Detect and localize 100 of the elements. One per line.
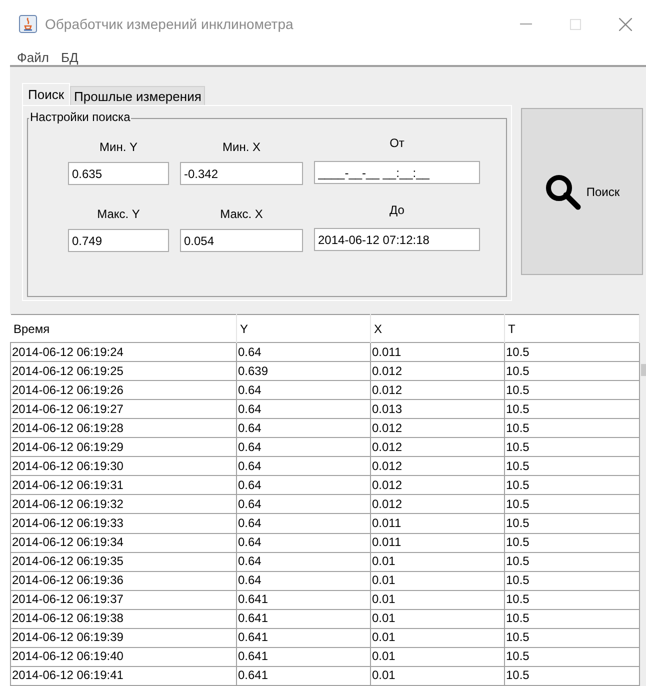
table-cell: 0.641: [236, 609, 370, 628]
table-cell: 0.641: [236, 666, 370, 686]
field-label: Макс. Y: [97, 206, 140, 223]
table-cell: 0.64: [236, 456, 370, 476]
column-header[interactable]: T: [504, 314, 640, 343]
table-cell: 0.64: [236, 514, 370, 534]
minimize-icon[interactable]: [520, 23, 532, 25]
table-cell: 0.64: [236, 400, 370, 419]
table-cell: 0.012: [370, 494, 504, 514]
table-cell: 0.01: [370, 571, 504, 590]
tab[interactable]: Поиск: [22, 83, 70, 106]
close-icon[interactable]: [619, 18, 632, 30]
table-cell: 0.011: [370, 533, 504, 552]
window-title: Обработчик измерений инклинометра: [45, 14, 294, 34]
table-cell: 2014-06-12 06:19:26: [10, 380, 236, 400]
field-label: От: [390, 135, 404, 152]
input-field[interactable]: -0.342: [180, 162, 303, 185]
input-field[interactable]: 2014-06-12 07:12:18: [314, 228, 480, 251]
table-cell: 0.012: [370, 380, 504, 400]
table-cell: 2014-06-12 06:19:32: [10, 494, 236, 514]
table-cell: 2014-06-12 06:19:31: [10, 476, 236, 495]
table-cell: 2014-06-12 06:19:24: [10, 342, 236, 362]
table-cell: 2014-06-12 06:19:38: [10, 609, 236, 628]
table-cell: 10.5: [504, 362, 640, 381]
menu-item[interactable]: БД: [60, 48, 78, 68]
table-cell: 0.012: [370, 456, 504, 476]
table-cell: 0.64: [236, 571, 370, 590]
table-cell: 10.5: [504, 628, 640, 648]
table-cell: 0.01: [370, 628, 504, 648]
table-cell: 10.5: [504, 380, 640, 400]
input-field[interactable]: 0.635: [68, 162, 169, 185]
table-cell: 2014-06-12 06:19:29: [10, 438, 236, 457]
table-cell: 10.5: [504, 476, 640, 495]
menu-item[interactable]: Файл: [17, 48, 49, 68]
table-cell: 0.64: [236, 552, 370, 572]
search-button[interactable]: Поиск: [521, 108, 643, 275]
table-cell: 0.641: [236, 647, 370, 666]
table-cell: 10.5: [504, 647, 640, 666]
input-field[interactable]: 0.054: [180, 229, 303, 252]
table-cell: 2014-06-12 06:19:34: [10, 533, 236, 552]
table-cell: 0.64: [236, 438, 370, 457]
table-cell: 2014-06-12 06:19:25: [10, 362, 236, 381]
table-cell: 2014-06-12 06:19:30: [10, 456, 236, 476]
table-cell: 10.5: [504, 571, 640, 590]
tab[interactable]: Прошлые измерения: [70, 86, 206, 106]
table-cell: 10.5: [504, 590, 640, 610]
table-cell: 0.01: [370, 552, 504, 572]
table-cell: 2014-06-12 06:19:36: [10, 571, 236, 590]
search-icon: [544, 172, 582, 210]
table-cell: 10.5: [504, 533, 640, 552]
table-cell: 0.64: [236, 380, 370, 400]
table-cell: 0.012: [370, 476, 504, 495]
table-cell: 0.012: [370, 418, 504, 438]
table-cell: 0.01: [370, 590, 504, 610]
table-cell: 10.5: [504, 418, 640, 438]
input-field[interactable]: 0.749: [68, 229, 169, 252]
table-cell: 0.641: [236, 590, 370, 610]
table-cell: 10.5: [504, 456, 640, 476]
table-cell: 0.64: [236, 342, 370, 362]
table-cell: 0.012: [370, 362, 504, 381]
table-cell: 0.641: [236, 628, 370, 648]
table-cell: 0.011: [370, 514, 504, 534]
table-cell: 2014-06-12 06:19:27: [10, 400, 236, 419]
table-cell: 2014-06-12 06:19:40: [10, 647, 236, 666]
table-cell: 2014-06-12 06:19:39: [10, 628, 236, 648]
table-cell: 10.5: [504, 400, 640, 419]
table-cell: 2014-06-12 06:19:28: [10, 418, 236, 438]
app-icon: [19, 15, 37, 33]
table-cell: 2014-06-12 06:19:37: [10, 590, 236, 610]
table-cell: 0.01: [370, 666, 504, 686]
table-cell: 10.5: [504, 514, 640, 534]
table-cell: 2014-06-12 06:19:41: [10, 666, 236, 686]
group-title: Настройки поиска: [29, 110, 132, 124]
table-cell: 0.64: [236, 494, 370, 514]
table-cell: 0.01: [370, 609, 504, 628]
table-cell: 2014-06-12 06:19:33: [10, 514, 236, 534]
table-cell: 10.5: [504, 552, 640, 572]
table-cell: 0.64: [236, 476, 370, 495]
table-cell: 0.013: [370, 400, 504, 419]
table-cell: 10.5: [504, 494, 640, 514]
field-label: Макс. X: [220, 206, 263, 223]
field-label: Мин. X: [222, 139, 260, 156]
table-cell: 0.64: [236, 418, 370, 438]
scrollbar[interactable]: [640, 314, 646, 686]
field-label: До: [390, 202, 404, 219]
column-header[interactable]: X: [370, 314, 504, 343]
field-label: Мин. Y: [100, 139, 138, 156]
table-cell: 0.639: [236, 362, 370, 381]
column-header[interactable]: Y: [236, 314, 370, 343]
table-cell: 0.011: [370, 342, 504, 362]
input-field[interactable]: ____-__-__ __:__:__: [314, 161, 480, 184]
table-cell: 10.5: [504, 438, 640, 457]
table-cell: 10.5: [504, 666, 640, 686]
table-cell: 0.64: [236, 533, 370, 552]
table-cell: 2014-06-12 06:19:35: [10, 552, 236, 572]
table-cell: 10.5: [504, 609, 640, 628]
table-cell: 0.012: [370, 438, 504, 457]
table-cell: 10.5: [504, 342, 640, 362]
column-header[interactable]: Время: [10, 314, 236, 343]
table-cell: 0.01: [370, 647, 504, 666]
